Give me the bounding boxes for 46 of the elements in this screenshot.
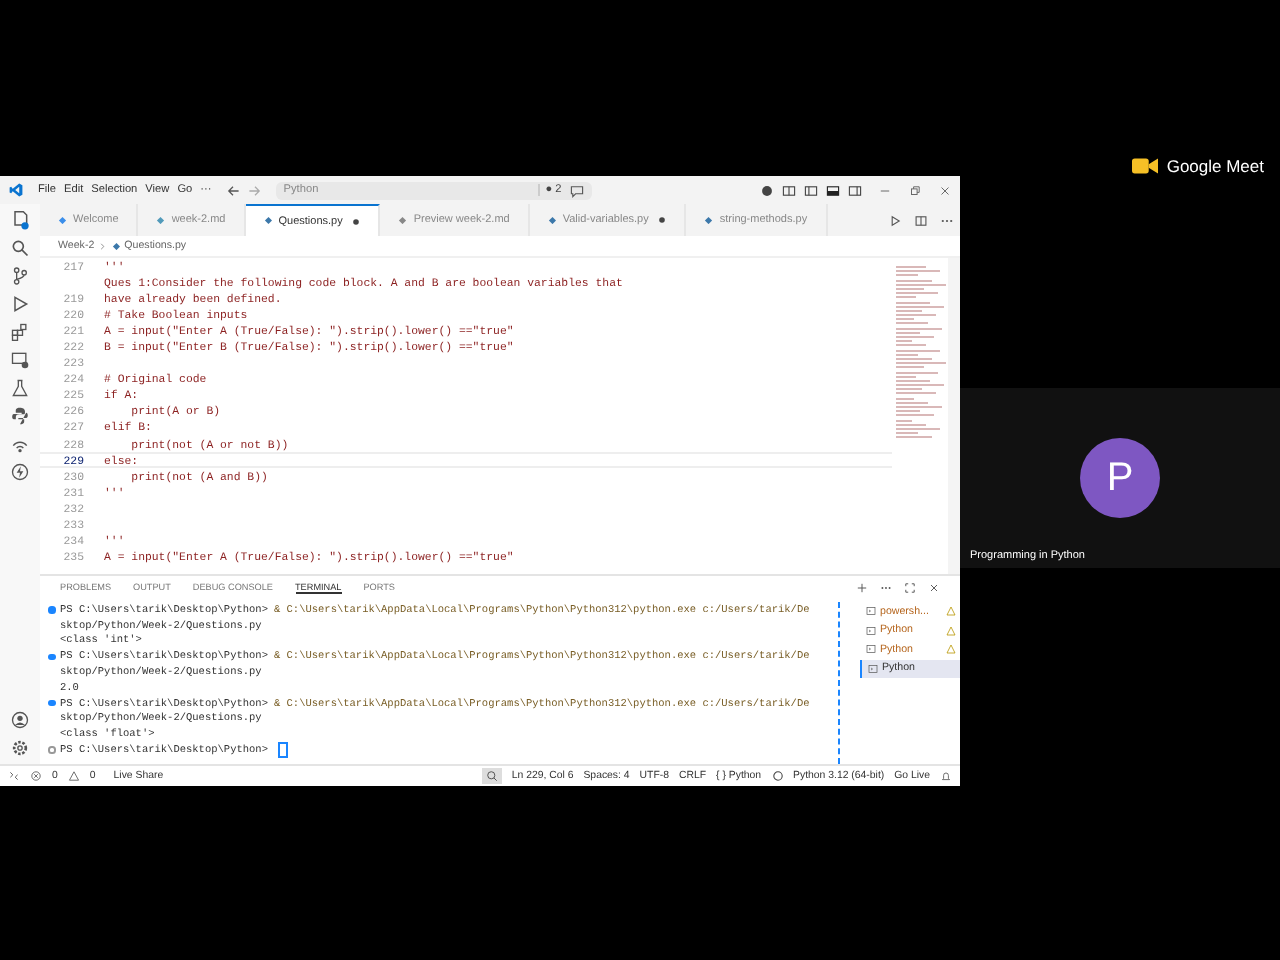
file-icon (156, 215, 166, 225)
avatar: P (1080, 438, 1160, 518)
terminal-icon (866, 606, 876, 617)
plus-icon[interactable] (856, 581, 868, 593)
remote-explorer-icon[interactable] (10, 350, 30, 370)
file-icon (704, 215, 714, 225)
close-icon[interactable] (928, 581, 940, 593)
zoom-icon[interactable] (481, 768, 502, 784)
lightning-icon[interactable] (10, 462, 30, 482)
files-icon[interactable] (10, 210, 30, 230)
file-icon (111, 241, 121, 251)
terminal-icon (866, 644, 876, 655)
video-camera-icon (1132, 156, 1159, 176)
app-logo-icon (8, 182, 24, 198)
meet-logo-text: Google Meet (1166, 156, 1264, 176)
back-arrow-icon[interactable] (225, 183, 240, 197)
bell-icon[interactable] (940, 770, 952, 782)
run-icon[interactable] (888, 213, 902, 227)
sidebar-toggle-icon[interactable] (804, 183, 818, 197)
maximize-icon[interactable] (904, 581, 916, 593)
file-icon (58, 215, 67, 225)
chevron-icon (98, 241, 108, 251)
flask-icon[interactable] (10, 378, 30, 398)
terminal-icon (868, 663, 878, 674)
error-icon[interactable] (30, 770, 42, 782)
layout-icon[interactable] (782, 183, 796, 197)
settings-icon[interactable] (10, 738, 30, 758)
chat-icon[interactable] (569, 183, 584, 197)
secondary-sidebar-icon[interactable] (848, 183, 862, 197)
terminal-icon (866, 625, 876, 636)
source-control-icon[interactable] (10, 266, 30, 286)
file-icon (547, 215, 557, 225)
warning-icon[interactable] (67, 770, 80, 782)
split-editor-icon[interactable] (914, 213, 928, 227)
extensions-icon[interactable] (10, 322, 30, 342)
close-icon[interactable] (938, 183, 952, 197)
panel-toggle-icon[interactable] (826, 183, 840, 197)
python-icon[interactable] (10, 406, 30, 426)
text-cursor (277, 742, 288, 759)
remote-icon[interactable] (8, 770, 20, 782)
file-icon (398, 215, 408, 225)
file-icon (263, 216, 273, 226)
search-icon[interactable] (10, 238, 30, 258)
restore-icon[interactable] (908, 183, 922, 197)
account-icon[interactable] (10, 710, 30, 730)
run-debug-icon[interactable] (10, 294, 30, 314)
